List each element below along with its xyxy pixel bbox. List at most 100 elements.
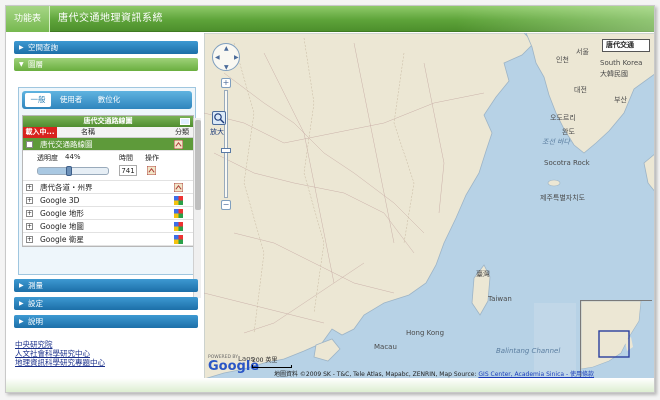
overview-map[interactable] (580, 300, 653, 379)
layer-row[interactable]: + Google 衛星 (23, 233, 193, 246)
chevron-right-icon: ▶ (19, 300, 24, 307)
accordion-spatial-query[interactable]: ▶ 空間查詢 (14, 41, 198, 54)
map-type-button[interactable]: 唐代交通 (602, 39, 650, 52)
layer-group-label: 唐代交通路線圖 (40, 140, 93, 149)
map-label-busan: 부산 (614, 96, 627, 104)
google-icon (174, 235, 183, 244)
tab-digitize[interactable]: 數位化 (92, 93, 126, 107)
app-title: 唐代交通地理資訊系統 (58, 13, 163, 24)
accordion-label: 測量 (28, 281, 43, 290)
column-name: 名稱 (81, 128, 95, 136)
map-credits: 地圖資料 ©2009 SK - T&C, Tele Atlas, Mapabc,… (274, 369, 594, 378)
expand-icon[interactable]: + (26, 184, 33, 191)
layer-options: 透明度 44% 時間 操作 741 (23, 151, 193, 181)
chevron-right-icon: ▶ (19, 44, 24, 51)
google-icon (174, 209, 183, 218)
column-category: 分類 (175, 128, 189, 136)
zoom-track[interactable] (224, 90, 228, 198)
layer-table-title: 唐代交通路線圖 (23, 116, 193, 127)
expand-icon[interactable]: + (26, 197, 33, 204)
transparency-slider[interactable] (37, 166, 109, 176)
layer-row[interactable]: + Google 地圖 (23, 220, 193, 233)
layer-row[interactable]: + Google 地形 (23, 207, 193, 220)
link-rchss[interactable]: 人文社會科學研究中心 (15, 349, 105, 358)
pan-up-icon[interactable]: ▲ (224, 45, 229, 52)
layer-row[interactable]: + Google 3D (23, 194, 193, 207)
tab-user[interactable]: 使用者 (54, 93, 88, 107)
map-label-sea: 조선 바다 (542, 138, 570, 146)
terms-link[interactable]: - 使用條款 (564, 371, 594, 378)
gis-center-link[interactable]: GIS Center, Academia Sinica (478, 371, 564, 378)
map-view[interactable]: South Korea 大韓民國 서울 인천 대전 부산 오도르리 완도 조선 … (204, 33, 654, 379)
layer-group-row[interactable]: − 唐代交通路線圖 (23, 138, 193, 151)
transparency-slider-knob[interactable] (66, 166, 72, 176)
scale-bar-line (252, 365, 292, 368)
map-label-balintang: Balintang Channel (496, 347, 561, 355)
pan-down-icon[interactable]: ▼ (224, 64, 229, 71)
scale-bar: 200 英里 (252, 355, 292, 368)
search-icon (214, 113, 225, 124)
google-icon (174, 196, 183, 205)
accordion-measure[interactable]: ▶ 測量 (14, 279, 198, 292)
footer-links: 中央研究院 人文社會科學研究中心 地理資訊科學研究專題中心 (15, 340, 105, 367)
google-icon (174, 222, 183, 231)
expand-icon[interactable]: + (26, 210, 33, 217)
magnify-label[interactable]: 放大 (210, 127, 224, 137)
transparency-value: 44% (65, 153, 81, 161)
map-label-south-korea-zh: 大韓民國 (600, 70, 628, 78)
accordion-layers[interactable]: ▼ 圖層 (14, 58, 198, 71)
sidebar: ▶ 空間查詢 ▼ 圖層 一般 使用者 數位化 唐代交通路線圖 載入中... 名稱 (6, 33, 204, 333)
accordion-label: 空間查詢 (28, 43, 58, 52)
accordion-label: 圖層 (28, 60, 43, 69)
layer-row-label: Google 地形 (40, 209, 84, 218)
overview-map-canvas[interactable] (581, 301, 653, 379)
action-icon[interactable] (147, 166, 156, 175)
map-label-jeju: 제주특별자치도 (540, 194, 586, 202)
map-label-incheon: 인천 (556, 56, 569, 64)
layer-table-header: 載入中... 名稱 分類 (23, 127, 193, 138)
collapse-icon[interactable]: − (26, 141, 33, 148)
loading-indicator: 載入中... (23, 127, 57, 138)
minimize-icon[interactable] (180, 118, 190, 125)
layer-row-label: Google 衛星 (40, 235, 84, 244)
transparency-label: 透明度 (37, 154, 58, 162)
map-label-taiwan: Taiwan (488, 295, 512, 303)
map-label-macau: Macau (374, 343, 397, 351)
sidebar-scrollbar[interactable] (193, 118, 201, 298)
menu-button[interactable]: 功能表 (6, 6, 50, 32)
app-header: 功能表 唐代交通地理資訊系統 (6, 6, 654, 32)
header-decoration (456, 6, 654, 32)
layer-panel: 一般 使用者 數位化 唐代交通路線圖 載入中... 名稱 分類 − 唐代交通路線… (18, 87, 196, 275)
credits-text: 地圖資料 ©2009 SK - T&C, Tele Atlas, Mapabc,… (274, 371, 477, 378)
zoom-control: + − (221, 78, 231, 213)
layer-row-label: Google 地圖 (40, 222, 84, 231)
pan-left-icon[interactable]: ◀ (215, 54, 220, 61)
layer-tabs: 一般 使用者 數位化 (22, 91, 192, 109)
accordion-label: 設定 (28, 299, 43, 308)
chevron-down-icon: ▼ (19, 61, 24, 68)
expand-icon[interactable]: + (26, 223, 33, 230)
scale-text: 200 英里 (252, 357, 278, 364)
time-value[interactable]: 741 (119, 165, 137, 176)
layer-row[interactable]: + 唐代各道・州界 (23, 181, 193, 194)
layer-category-icon (174, 140, 183, 149)
accordion-settings[interactable]: ▶ 設定 (14, 297, 198, 310)
chevron-right-icon: ▶ (19, 282, 24, 289)
pan-control[interactable]: ▲ ▼ ◀ ▶ (212, 43, 240, 71)
map-label-korea-city2: 완도 (562, 128, 575, 136)
zoom-out-button[interactable]: − (221, 200, 231, 210)
magnify-icon[interactable] (212, 111, 226, 125)
accordion-help[interactable]: ▶ 說明 (14, 315, 198, 328)
layer-table-title-text: 唐代交通路線圖 (83, 117, 133, 125)
link-academia-sinica[interactable]: 中央研究院 (15, 340, 105, 349)
tab-general[interactable]: 一般 (25, 93, 51, 107)
zoom-slider-handle[interactable] (221, 148, 231, 153)
zoom-in-button[interactable]: + (221, 78, 231, 88)
map-label-daejeon: 대전 (574, 86, 587, 94)
map-label-seoul: 서울 (576, 48, 589, 56)
scrollbar-thumb[interactable] (195, 120, 201, 210)
layer-row-label: 唐代各道・州界 (40, 183, 93, 192)
expand-icon[interactable]: + (26, 236, 33, 243)
pan-right-icon[interactable]: ▶ (234, 54, 239, 61)
link-gis-center[interactable]: 地理資訊科學研究專題中心 (15, 358, 105, 367)
